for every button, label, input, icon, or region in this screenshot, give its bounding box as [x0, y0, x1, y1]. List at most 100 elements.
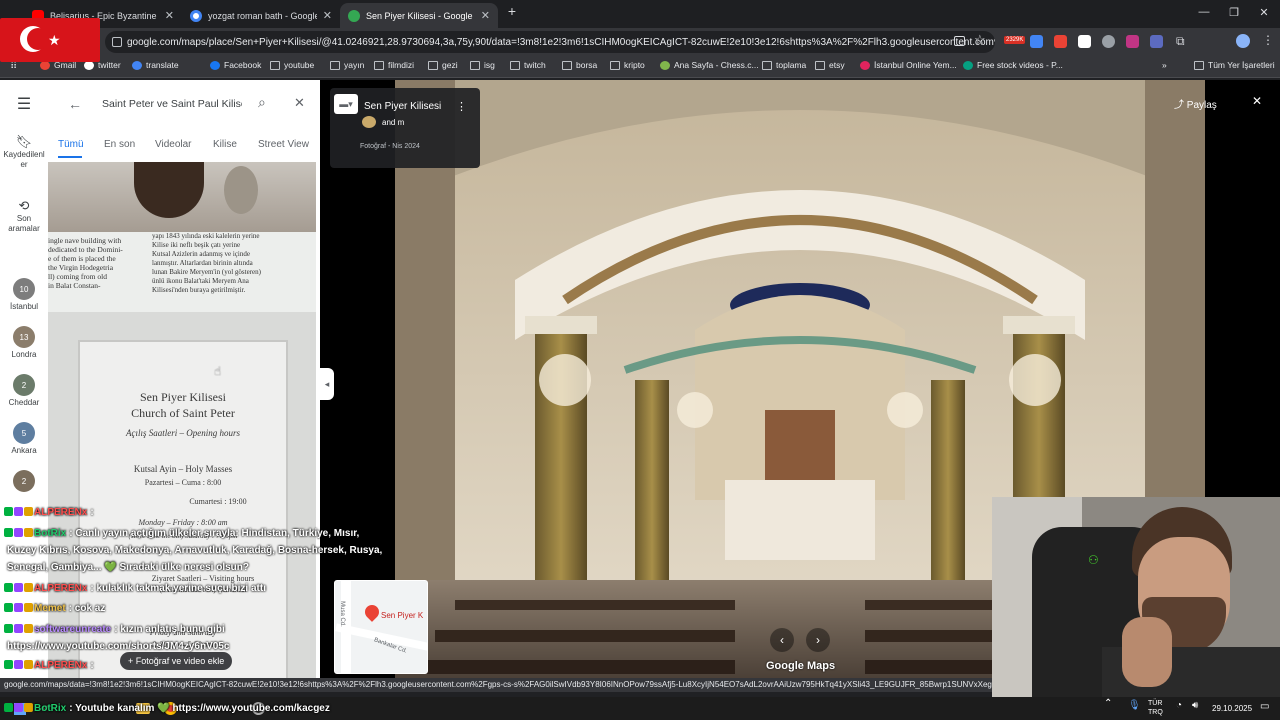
bookmark-item[interactable]: filmdizi: [374, 60, 414, 70]
minimap[interactable]: Bankalar Cd. Musa Cd. Sen Piyer K: [334, 580, 428, 674]
clock-date[interactable]: 29.10.2025: [1212, 704, 1252, 713]
bookmark-item[interactable]: Tüm Yer İşaretleri: [1194, 60, 1275, 70]
bookmark-item[interactable]: isg: [470, 60, 495, 70]
more-bookmarks-icon[interactable]: »: [1162, 60, 1167, 70]
photo-thumbnail[interactable]: [48, 162, 316, 232]
place-title-card[interactable]: ▬▾ Sen Piyer Kilisesi ⋮ and m Fotoğraf -…: [330, 88, 480, 168]
install-app-icon[interactable]: [954, 36, 965, 46]
history-icon: ⟲: [18, 198, 30, 213]
bookmark-star-icon[interactable]: ☆: [974, 32, 986, 48]
menu-hamburger-icon[interactable]: ☰: [0, 94, 48, 114]
chat-badge-icon: [14, 507, 23, 516]
chat-message: ALPERENx: kulaklık takmak yerine suçu bi…: [4, 583, 266, 594]
chat-badge-icon: [4, 528, 13, 537]
bookmark-label: translate: [146, 60, 179, 70]
clear-search-icon[interactable]: ✕: [294, 95, 305, 111]
apps-grid-icon[interactable]: ⠿: [10, 61, 17, 72]
bookmark-item[interactable]: youtube: [270, 60, 314, 70]
back-arrow-icon[interactable]: ←: [68, 96, 82, 112]
bookmark-item[interactable]: Free stock videos - P...: [963, 60, 1063, 70]
site-info-icon[interactable]: [112, 37, 122, 47]
prev-photo-icon[interactable]: ‹: [770, 628, 794, 652]
bookmark-item[interactable]: gezi: [428, 60, 458, 70]
sign-subtitle: Church of Saint Peter: [131, 406, 235, 420]
minimap-pin-icon: [362, 602, 382, 622]
bookmark-item[interactable]: borsa: [562, 60, 597, 70]
tab-church[interactable]: Kilise: [213, 139, 237, 150]
bookmark-item[interactable]: İstanbul Online Yem...: [860, 60, 957, 70]
folder-icon: [762, 60, 772, 70]
close-tab-icon[interactable]: ✕: [323, 9, 332, 22]
tab-strip: ★ Belisarius - Epic Byzantine Mus ✕ yozg…: [0, 0, 1280, 62]
back-icon[interactable]: ▬▾: [334, 94, 358, 114]
tab-latest[interactable]: En son: [104, 139, 135, 150]
maximize-icon[interactable]: ❐: [1224, 6, 1244, 19]
recent-place[interactable]: 2: [0, 470, 48, 494]
collapse-panel-button[interactable]: ◂: [320, 368, 334, 400]
add-photo-button[interactable]: + Fotoğraf ve video ekle: [120, 652, 233, 670]
bookmark-item[interactable]: twitch: [510, 60, 546, 70]
sign-line: Monday – Friday : 8:00 am: [138, 518, 228, 527]
volume-icon[interactable]: 🔊︎: [1192, 700, 1198, 711]
new-tab-button[interactable]: +: [502, 3, 522, 19]
folder-icon: [330, 60, 340, 70]
tab-street-view[interactable]: Street View: [258, 139, 309, 150]
extensions-puzzle-icon[interactable]: ⧉: [1176, 34, 1185, 49]
menu-kebab-icon[interactable]: ⋮: [1262, 33, 1274, 47]
notification-icon[interactable]: ▭: [1260, 701, 1269, 712]
search-input[interactable]: Saint Peter ve Saint Paul Kilise: [102, 98, 242, 110]
chat-badge-icon: [24, 528, 33, 537]
plaque-turkish: yapı 1843 yılında eski kalelerin yerine K…: [152, 232, 261, 294]
address-bar[interactable]: google.com/maps/place/Sen+Piyer+Kilisesi…: [105, 31, 995, 53]
wifi-icon[interactable]: ◔: [1176, 700, 1182, 711]
bookmark-item[interactable]: kripto: [610, 60, 645, 70]
extension-icon[interactable]: [1126, 35, 1139, 48]
folder-icon: [374, 60, 384, 70]
turkey-flag-overlay: ★: [0, 18, 100, 62]
bookmark-label: filmdizi: [388, 60, 414, 70]
saved-button[interactable]: 🔖︎ Kaydedilenler: [0, 134, 48, 170]
close-tab-icon[interactable]: ✕: [481, 9, 490, 22]
bookmark-item[interactable]: Ana Sayfa - Chess.c...: [660, 60, 759, 70]
minimize-icon[interactable]: —: [1194, 6, 1214, 18]
next-photo-icon[interactable]: ›: [806, 628, 830, 652]
bookmark-item[interactable]: translate: [132, 60, 179, 70]
recent-place-istanbul[interactable]: 10 İstanbul: [0, 278, 48, 311]
language-indicator[interactable]: TÜR TRQ: [1148, 699, 1163, 717]
tray-chevron-icon[interactable]: ⌃: [1104, 698, 1112, 709]
contributor-avatar: [362, 116, 376, 128]
close-tab-icon[interactable]: ✕: [165, 9, 174, 22]
sign-line: Pazartesi – Cuma : 8:00: [144, 478, 222, 487]
bookmark-item[interactable]: yayın: [330, 60, 364, 70]
chat-badge-icon: [4, 507, 13, 516]
bookmark-label: Facebook: [224, 60, 262, 70]
bookmark-item[interactable]: etsy: [815, 60, 845, 70]
extension-icon[interactable]: [1150, 35, 1163, 48]
close-viewer-button[interactable]: ✕: [1252, 94, 1262, 108]
extension-icon[interactable]: [1054, 35, 1067, 48]
contributor-label: and m: [382, 118, 405, 127]
share-button[interactable]: ⤴︎ Paylaş: [1174, 96, 1217, 111]
recent-place-ankara[interactable]: 5 Ankara: [0, 422, 48, 455]
info-plaque: ingle nave building with dedicated to the…: [48, 232, 316, 312]
recent-place-londra[interactable]: 13 Londra: [0, 326, 48, 359]
recent-searches-button[interactable]: ⟲ Son aramalar: [0, 198, 48, 234]
extension-icon[interactable]: [1030, 35, 1043, 48]
bookmark-item[interactable]: Facebook: [210, 60, 261, 70]
close-window-icon[interactable]: ✕: [1254, 6, 1274, 19]
profile-avatar[interactable]: [1236, 34, 1250, 48]
bookmark-label: twitch: [524, 60, 546, 70]
browser-tab-2[interactable]: Sen Piyer Kilisesi - Google Hari ✕: [340, 3, 498, 28]
kebab-menu-icon[interactable]: ⋮: [456, 100, 467, 113]
search-icon[interactable]: ⌕: [258, 94, 266, 111]
bookmark-item[interactable]: toplama: [762, 60, 806, 70]
extension-badge[interactable]: 2329K: [1004, 36, 1026, 44]
extension-icon[interactable]: [1102, 35, 1115, 48]
mic-icon[interactable]: 🎙︎: [1128, 700, 1141, 711]
tab-all[interactable]: Tümü: [58, 139, 84, 150]
rail-label: Cheddar: [8, 398, 40, 407]
browser-tab-1[interactable]: yozgat roman bath - Google'da ✕: [182, 3, 340, 28]
extension-icon[interactable]: [1078, 35, 1091, 48]
recent-place-cheddar[interactable]: 2 Cheddar: [0, 374, 48, 407]
tab-videos[interactable]: Videolar: [155, 139, 192, 150]
